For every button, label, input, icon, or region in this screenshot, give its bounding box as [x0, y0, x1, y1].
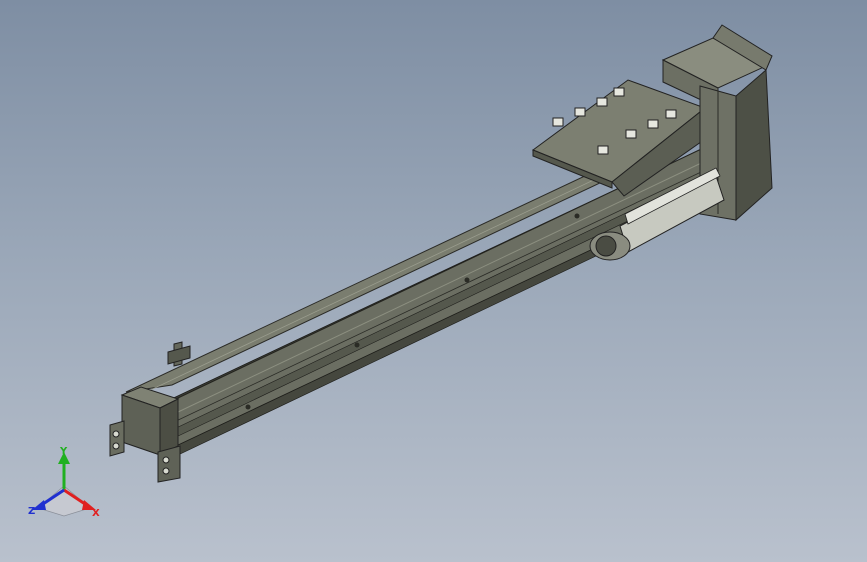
end-plate-hole [162, 467, 170, 475]
z-axis-label: Z [28, 506, 35, 517]
carriage-hole [552, 117, 564, 127]
carriage-hole [625, 129, 637, 139]
rail-hole [574, 213, 580, 219]
orientation-triad[interactable]: Y X Z [24, 446, 104, 526]
carriage-hole [596, 97, 608, 107]
carriage-hole [647, 119, 659, 129]
rail-hole [245, 404, 251, 410]
rail-hole [464, 277, 470, 283]
carriage-hole [597, 145, 609, 155]
x-axis-label: X [92, 508, 100, 519]
rail-edge-line [177, 155, 717, 413]
rail-hole [354, 342, 360, 348]
carriage-hole [665, 109, 677, 119]
motor-body-side [735, 68, 773, 222]
end-plate [109, 420, 125, 457]
carriage-hole [574, 107, 586, 117]
rail-edge-line [173, 163, 719, 423]
actuator-model[interactable] [0, 0, 867, 562]
end-plate-lower [157, 445, 181, 483]
end-plate-hole [162, 456, 170, 464]
end-plate-hole [112, 442, 120, 450]
coupling-cylinder-face [595, 235, 617, 257]
y-axis-label: Y [59, 446, 68, 457]
graphics-viewport[interactable]: Y X Z [0, 0, 867, 562]
end-block-side [159, 398, 179, 456]
end-plate-hole [112, 430, 120, 438]
carriage-hole [613, 87, 625, 97]
sensor-bracket [167, 345, 191, 365]
